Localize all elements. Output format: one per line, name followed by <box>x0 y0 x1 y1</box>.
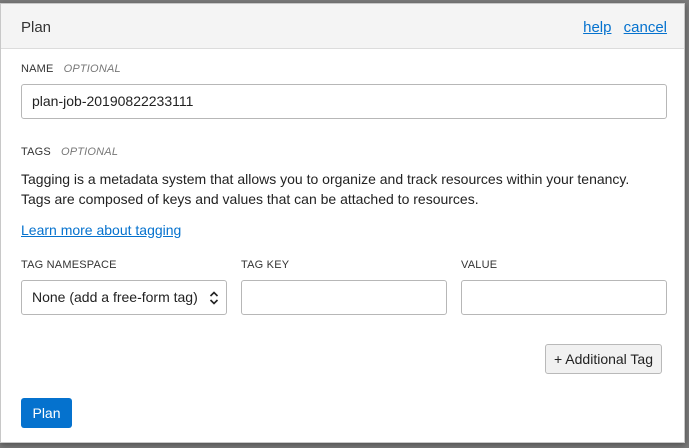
select-chevrons-icon <box>209 291 219 305</box>
plan-button[interactable]: Plan <box>21 398 72 428</box>
cancel-link[interactable]: cancel <box>624 19 667 36</box>
tags-description-line1: Tagging is a metadata system that allows… <box>21 171 630 187</box>
dialog-title: Plan <box>21 19 52 36</box>
name-input[interactable]: plan-job-20190822233111 <box>21 84 667 119</box>
name-optional-text: OPTIONAL <box>63 63 121 75</box>
tags-label-text: TAGS <box>21 146 51 158</box>
tags-description-line2: Tags are composed of keys and values tha… <box>21 191 479 207</box>
dialog-header: Plan help cancel <box>1 4 684 49</box>
tags-label: TAGS OPTIONAL <box>21 146 118 158</box>
tag-namespace-label: TAG NAMESPACE <box>21 259 117 271</box>
name-label: NAME OPTIONAL <box>21 63 121 75</box>
name-input-value: plan-job-20190822233111 <box>32 93 194 109</box>
tag-value-input[interactable] <box>461 280 667 315</box>
tag-key-input[interactable] <box>241 280 447 315</box>
header-links: help cancel <box>575 19 667 36</box>
tag-value-label: VALUE <box>461 259 498 271</box>
tag-key-label: TAG KEY <box>241 259 290 271</box>
tag-namespace-selected: None (add a free-form tag) <box>32 289 198 305</box>
learn-more-tagging-link[interactable]: Learn more about tagging <box>21 222 181 238</box>
tags-optional-text: OPTIONAL <box>60 146 119 158</box>
name-label-text: NAME <box>21 63 54 75</box>
plan-dialog: Plan help cancel NAME OPTIONAL plan-job-2… <box>0 3 685 443</box>
help-link[interactable]: help <box>583 19 611 36</box>
tag-namespace-select[interactable]: None (add a free-form tag) <box>21 280 227 315</box>
additional-tag-button[interactable]: + Additional Tag <box>545 344 662 374</box>
